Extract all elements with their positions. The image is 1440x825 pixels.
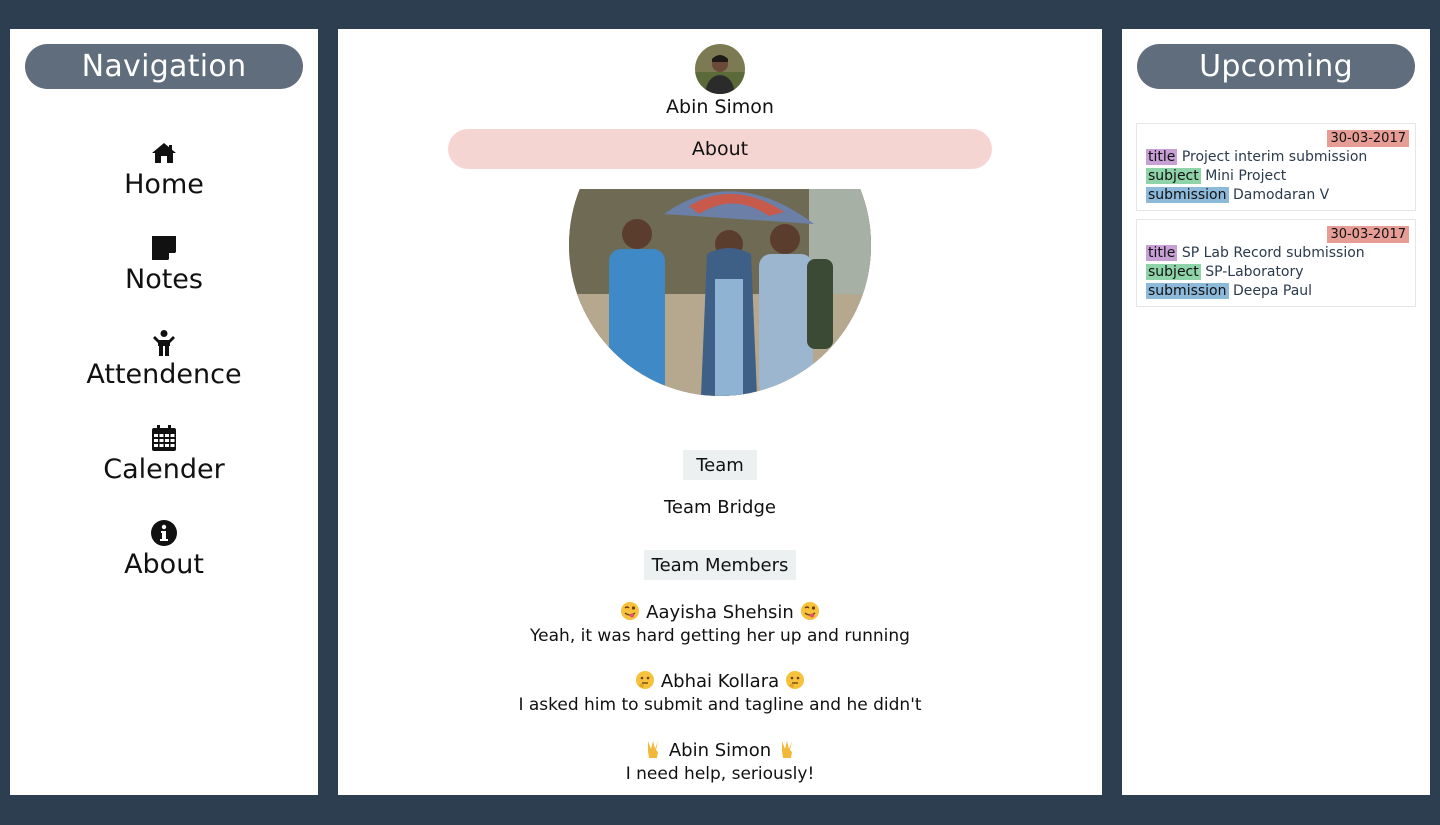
team-name: Team Bridge	[664, 497, 776, 518]
member-name: Abhai Kollara	[660, 671, 780, 692]
card-submission: Damodaran V	[1232, 187, 1330, 203]
info-circle-icon	[150, 519, 178, 547]
due-date-badge: 30-03-2017	[1327, 226, 1409, 243]
member-name: Aayisha Shehsin	[646, 602, 794, 623]
card-title: SP Lab Record submission	[1181, 245, 1365, 261]
victory-hand-emoji	[781, 741, 792, 758]
thinking-emoji	[785, 671, 804, 689]
nav-item-attendence[interactable]: Attendence	[10, 329, 318, 424]
home-icon	[150, 139, 178, 167]
navigation-panel: Navigation Home Notes Attendence Calende…	[10, 29, 318, 795]
upcoming-card[interactable]: 30-03-2017 title Project interim submiss…	[1136, 123, 1416, 211]
upcoming-panel: Upcoming 30-03-2017 title Project interi…	[1122, 29, 1430, 795]
card-submission-row: submission Damodaran V	[1146, 186, 1329, 204]
member-tagline: I need help, seriously!	[625, 764, 815, 784]
nav-item-calender[interactable]: Calender	[10, 424, 318, 519]
upcoming-header: Upcoming	[1137, 44, 1415, 89]
nav-item-label: Calender	[103, 454, 225, 485]
member-tagline: Yeah, it was hard getting her up and run…	[530, 626, 910, 646]
nav-list: Home Notes Attendence Calender About	[10, 139, 318, 614]
nav-item-notes[interactable]: Notes	[10, 234, 318, 329]
card-subject-row: subject Mini Project	[1146, 167, 1286, 185]
nav-item-label: Notes	[125, 264, 203, 295]
calendar-icon	[150, 424, 178, 452]
team-member: Aayisha Shehsin Yeah, it was hard gettin…	[338, 601, 1102, 647]
profile-name: Abin Simon	[666, 96, 774, 118]
member-tagline: I asked him to submit and tagline and he…	[518, 695, 922, 715]
card-title-row: title SP Lab Record submission	[1146, 244, 1365, 262]
nav-item-home[interactable]: Home	[10, 139, 318, 234]
winking-tongue-emoji	[621, 602, 640, 620]
nav-item-label: Home	[124, 169, 204, 200]
card-subject-row: subject SP-Laboratory	[1146, 263, 1304, 281]
team-members-label: Team Members	[644, 550, 796, 580]
team-member: Abhai Kollara I asked him to submit and …	[338, 670, 1102, 716]
member-name: Abin Simon	[668, 740, 772, 761]
card-subject: SP-Laboratory	[1205, 264, 1304, 280]
thinking-emoji	[636, 671, 655, 689]
nav-item-about[interactable]: About	[10, 519, 318, 614]
avatar[interactable]	[695, 44, 745, 94]
team-label: Team	[683, 450, 757, 480]
card-subject: Mini Project	[1205, 168, 1287, 184]
due-date-badge: 30-03-2017	[1327, 130, 1409, 147]
submission-tag: submission	[1146, 187, 1229, 203]
team-member: Abin Simon I need help, seriously!	[338, 739, 1102, 785]
team-members-list: Aayisha Shehsin Yeah, it was hard gettin…	[338, 601, 1102, 795]
victory-hand-emoji	[648, 741, 659, 758]
title-tag: title	[1146, 245, 1178, 261]
profile-panel: Abin Simon About Team Team Bridge Team M…	[338, 29, 1102, 795]
nav-item-label: Attendence	[86, 359, 242, 390]
sticky-note-icon	[150, 234, 178, 262]
upcoming-card[interactable]: 30-03-2017 title SP Lab Record submissio…	[1136, 219, 1416, 307]
subject-tag: subject	[1146, 168, 1201, 184]
winking-tongue-emoji	[800, 602, 819, 620]
card-submission-row: submission Deepa Paul	[1146, 282, 1312, 300]
card-title-row: title Project interim submission	[1146, 148, 1367, 166]
navigation-header: Navigation	[25, 44, 303, 89]
card-submission: Deepa Paul	[1232, 283, 1313, 299]
subject-tag: subject	[1146, 264, 1201, 280]
nav-item-label: About	[124, 549, 204, 580]
child-icon	[150, 329, 178, 357]
about-section-bar[interactable]: About	[448, 129, 992, 169]
card-title: Project interim submission	[1181, 149, 1368, 165]
submission-tag: submission	[1146, 283, 1229, 299]
title-tag: title	[1146, 149, 1178, 165]
